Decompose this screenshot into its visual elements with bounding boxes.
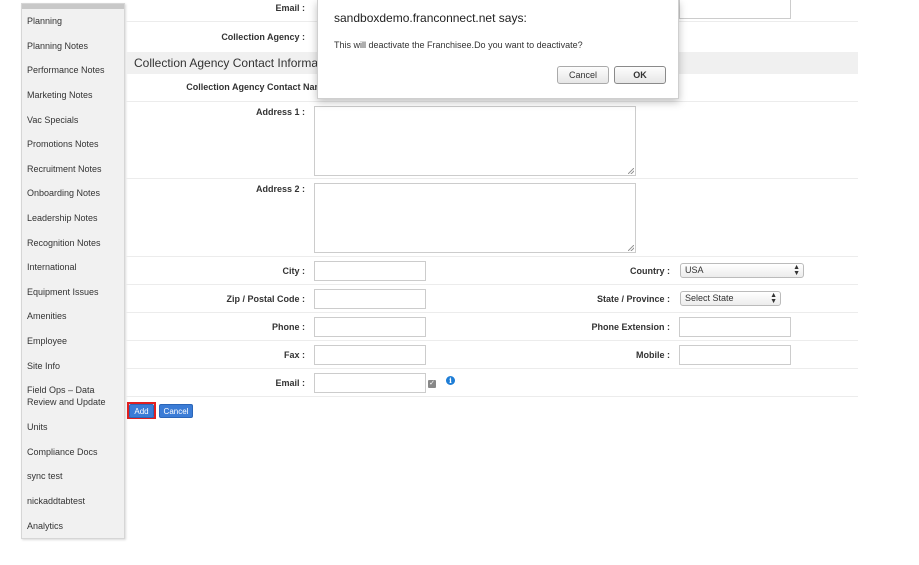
resize-grip-icon[interactable] — [628, 245, 634, 251]
info-icon[interactable]: i — [446, 376, 455, 385]
sidebar-item-planning-notes[interactable]: Planning Notes — [22, 34, 124, 59]
sidebar-item-sync-test[interactable]: sync test — [22, 464, 124, 489]
sidebar-item-amenities[interactable]: Amenities — [22, 304, 124, 329]
sidebar-item-analytics[interactable]: Analytics — [22, 513, 124, 538]
form-row-zip: Zip / Postal Code : State / Province : S… — [126, 285, 858, 313]
confirm-dialog: sandboxdemo.franconnect.net says: This w… — [317, 0, 679, 99]
zip-input[interactable] — [314, 289, 426, 309]
sidebar-item-promotions-notes[interactable]: Promotions Notes — [22, 132, 124, 157]
email-label: Email : — [275, 378, 305, 388]
sidebar-item-vac-specials[interactable]: Vac Specials — [22, 107, 124, 132]
phone-ext-label: Phone Extension : — [591, 322, 670, 332]
form-row-city: City : Country : USA ▲ ▼ — [126, 257, 858, 285]
city-label: City : — [282, 266, 306, 276]
zip-label: Zip / Postal Code : — [226, 294, 305, 304]
cancel-button[interactable]: Cancel — [159, 404, 193, 418]
city-input[interactable] — [314, 261, 426, 281]
mobile-label: Mobile : — [636, 350, 670, 360]
phone-label: Phone : — [272, 322, 305, 332]
sidebar-item-units[interactable]: Units — [22, 415, 124, 440]
form-row-address2: Address 2 : — [126, 179, 858, 257]
top-email-label: Email : — [275, 3, 305, 13]
state-select[interactable]: Select State ▲ ▼ — [680, 291, 781, 306]
form-row-email: Email : — [126, 369, 858, 397]
address1-label: Address 1 : — [255, 107, 305, 117]
collection-agency-label: Collection Agency : — [221, 32, 305, 42]
dialog-cancel-button[interactable]: Cancel — [557, 66, 609, 84]
sidebar-item-marketing-notes[interactable]: Marketing Notes — [22, 83, 124, 108]
sidebar-nav: Planning Planning Notes Performance Note… — [21, 3, 125, 539]
mobile-input[interactable] — [679, 345, 791, 365]
sidebar-item-onboarding-notes[interactable]: Onboarding Notes — [22, 181, 124, 206]
email-opt-checkbox[interactable]: ✓ — [428, 380, 436, 388]
sidebar-item-site-info[interactable]: Site Info — [22, 353, 124, 378]
address2-label: Address 2 : — [255, 184, 305, 194]
country-label: Country : — [630, 266, 670, 276]
sidebar-list: Planning Planning Notes Performance Note… — [22, 9, 124, 538]
sidebar-item-employee[interactable]: Employee — [22, 329, 124, 354]
dialog-ok-button[interactable]: OK — [614, 66, 666, 84]
form-row-fax: Fax : Mobile : — [126, 341, 858, 369]
select-arrows-icon: ▲ ▼ — [793, 264, 800, 277]
phone-input[interactable] — [314, 317, 426, 337]
sidebar-item-nickaddtabtest[interactable]: nickaddtabtest — [22, 489, 124, 514]
sidebar-item-planning[interactable]: Planning — [22, 9, 124, 34]
sidebar-item-compliance-docs[interactable]: Compliance Docs — [22, 440, 124, 465]
sidebar-item-leadership-notes[interactable]: Leadership Notes — [22, 206, 124, 231]
dialog-message: This will deactivate the Franchisee.Do y… — [334, 40, 583, 50]
sidebar-item-recognition-notes[interactable]: Recognition Notes — [22, 230, 124, 255]
top-email-right-input[interactable] — [679, 0, 791, 19]
address1-textarea[interactable] — [314, 106, 636, 176]
address2-textarea[interactable] — [314, 183, 636, 253]
country-select[interactable]: USA ▲ ▼ — [680, 263, 804, 278]
state-select-value: Select State — [685, 293, 734, 303]
sidebar-item-international[interactable]: International — [22, 255, 124, 280]
state-label: State / Province : — [596, 294, 670, 304]
add-button[interactable]: Add — [129, 404, 154, 418]
sidebar-item-recruitment-notes[interactable]: Recruitment Notes — [22, 157, 124, 182]
email-input[interactable] — [314, 373, 426, 393]
select-arrows-icon: ▲ ▼ — [770, 292, 777, 305]
contact-name-label: Collection Agency Contact Name : — [186, 82, 333, 92]
sidebar-item-equipment-issues[interactable]: Equipment Issues — [22, 280, 124, 305]
fax-input[interactable] — [314, 345, 426, 365]
resize-grip-icon[interactable] — [628, 168, 634, 174]
form-row-address1: Address 1 : — [126, 102, 858, 179]
form-row-phone: Phone : Phone Extension : — [126, 313, 858, 341]
country-select-value: USA — [685, 265, 704, 275]
phone-ext-input[interactable] — [679, 317, 791, 337]
dialog-title: sandboxdemo.franconnect.net says: — [334, 11, 527, 25]
sidebar-item-field-ops[interactable]: Field Ops – Data Review and Update — [22, 378, 124, 415]
fax-label: Fax : — [283, 350, 305, 360]
sidebar-item-performance-notes[interactable]: Performance Notes — [22, 58, 124, 83]
